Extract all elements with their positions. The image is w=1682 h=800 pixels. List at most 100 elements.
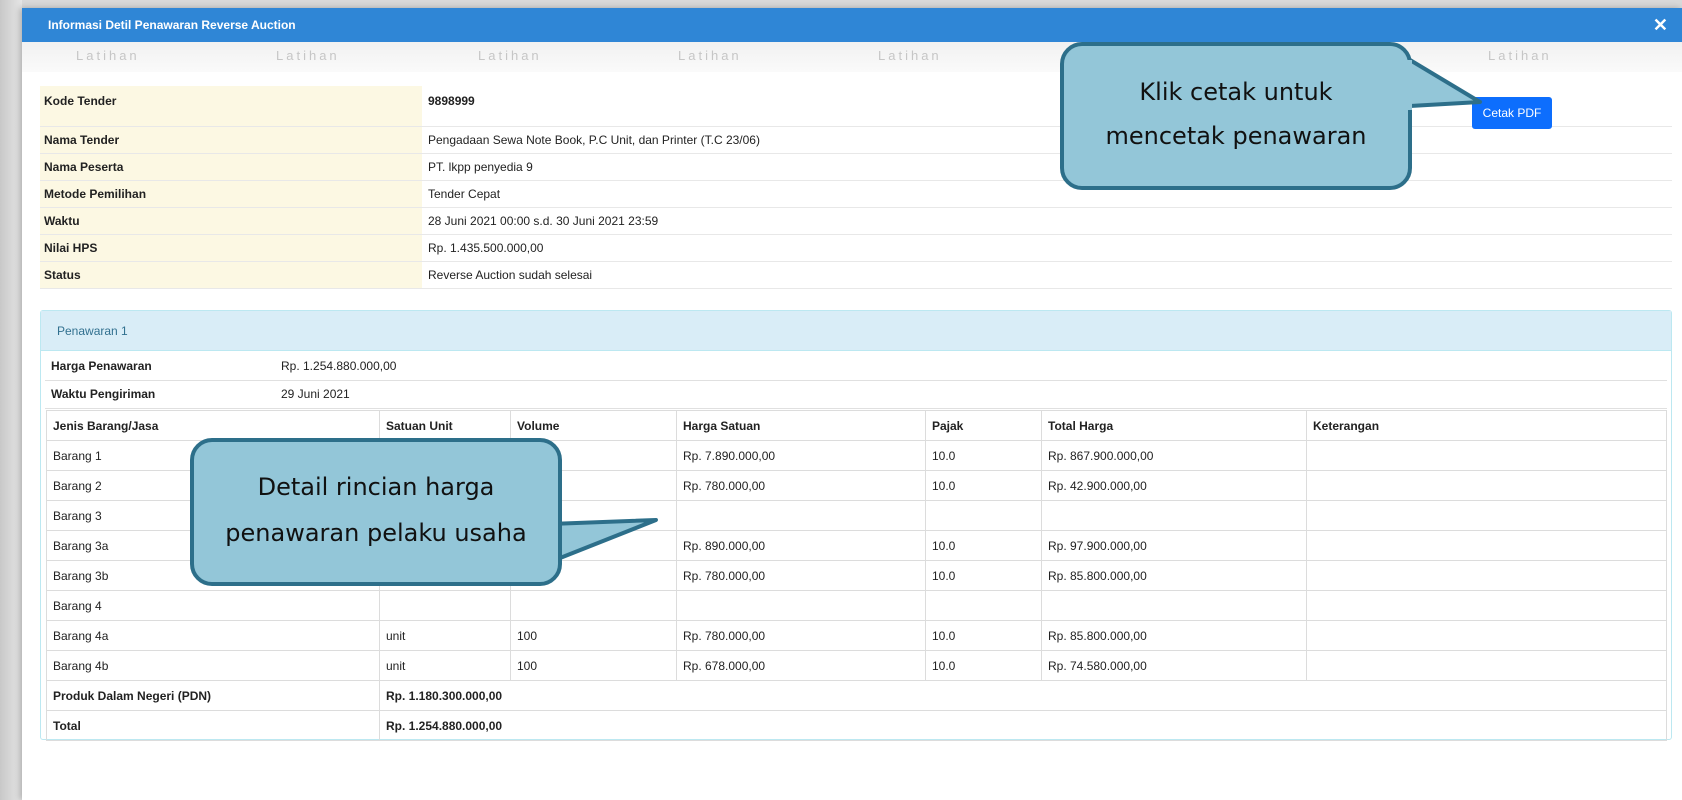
background-page-edge [0,0,22,800]
callout-text: Detail rincian harga [257,473,495,501]
info-row: Nama Tender Pengadaan Sewa Note Book, P.C… [40,126,1672,154]
table-cell: Rp. 867.900.000,00 [1041,440,1307,471]
table-cell: Rp. 780.000,00 [676,620,926,651]
panel-heading: Penawaran 1 [41,311,1671,351]
info-row: Metode Pemilihan Tender Cepat [40,180,1672,208]
pdn-row: Produk Dalam Negeri (PDN) Rp. 1.180.300.… [46,680,1667,711]
table-cell [1306,620,1667,651]
table-row: Barang 4a unit 100 Rp. 780.000,00 10.0 Rp. 85… [46,620,1667,651]
table-row: Barang 4 [46,590,1667,621]
info-row: Nama Peserta PT. lkpp penyedia 9 [40,153,1672,181]
table-cell: Rp. 74.580.000,00 [1041,650,1307,681]
table-header-row: Jenis Barang/Jasa Satuan Unit Volume Har… [46,410,1667,441]
watermark: Latihan [678,48,742,63]
table-cell: Barang 4a [46,620,380,651]
table-row: Barang 4b unit 100 Rp. 678.000,00 10.0 Rp. 74… [46,650,1667,681]
table-cell: Rp. 678.000,00 [676,650,926,681]
waktu-pengiriman-value: 29 Juni 2021 [275,380,1667,409]
table-cell [1306,500,1667,531]
table-cell: Barang 4 [46,590,380,621]
table-cell: Rp. 85.800.000,00 [1041,620,1307,651]
callout-text: Klik cetak untuk [1139,78,1333,106]
detail-modal: Informasi Detil Penawaran Reverse Auctio… [22,8,1682,800]
watermark: Latihan [1488,48,1552,63]
table-cell: 10.0 [925,650,1042,681]
table-cell: 10.0 [925,560,1042,591]
modal-body: Kode Tender 9898999 Nama Tender Pengadaan … [30,72,1682,800]
callout-text: mencetak penawaran [1105,122,1367,150]
table-cell: Rp. 42.900.000,00 [1041,470,1307,501]
table-cell [1306,440,1667,471]
table-cell: 10.0 [925,620,1042,651]
column-header: Harga Satuan [676,410,926,441]
table-cell: Rp. 7.890.000,00 [676,440,926,471]
table-cell [925,500,1042,531]
column-header: Jenis Barang/Jasa [46,410,380,441]
info-value: 28 Juni 2021 00:00 s.d. 30 Juni 2021 23:… [422,207,1672,235]
table-cell: Rp. 97.900.000,00 [1041,530,1307,561]
table-cell: 100 [510,650,677,681]
table-cell [1306,650,1667,681]
modal-header: Informasi Detil Penawaran Reverse Auctio… [22,8,1682,42]
column-header: Satuan Unit [379,410,511,441]
table-cell [925,590,1042,621]
column-header: Keterangan [1306,410,1667,441]
watermark: Latihan [276,48,340,63]
table-cell [1041,500,1307,531]
info-value: PT. lkpp penyedia 9 [422,153,1672,181]
table-cell: Rp. 780.000,00 [676,560,926,591]
info-row: Waktu 28 Juni 2021 00:00 s.d. 30 Juni 202… [40,207,1672,235]
info-value: Rp. 1.435.500.000,00 [422,234,1672,262]
table-cell [510,590,677,621]
table-cell: Rp. 890.000,00 [676,530,926,561]
close-icon[interactable]: ✕ [1653,16,1668,34]
table-cell: unit [379,620,511,651]
watermark: Latihan [76,48,140,63]
modal-title: Informasi Detil Penawaran Reverse Auctio… [48,18,296,32]
info-value: Reverse Auction sudah selesai [422,261,1672,289]
column-header: Total Harga [1041,410,1307,441]
table-cell [1306,560,1667,591]
info-label: Waktu [40,207,422,235]
info-value: Pengadaan Sewa Note Book, P.C Unit, dan … [422,126,1672,154]
info-row: Nilai HPS Rp. 1.435.500.000,00 [40,234,1672,262]
table-cell: 10.0 [925,470,1042,501]
total-row: Total Rp. 1.254.880.000,00 [46,710,1667,741]
penawaran-summary: Harga Penawaran Rp. 1.254.880.000,00 Wak… [45,352,1667,409]
info-label: Kode Tender [40,86,422,127]
callout-detail: Detail rincian harga penawaran pelaku us… [190,438,562,586]
table-cell [1306,590,1667,621]
table-cell: unit [379,650,511,681]
info-label: Status [40,261,422,289]
info-row: Status Reverse Auction sudah selesai [40,261,1672,289]
column-header: Volume [510,410,677,441]
column-header: Pajak [925,410,1042,441]
table-cell: 100 [510,620,677,651]
info-label: Nama Tender [40,126,422,154]
waktu-pengiriman-label: Waktu Pengiriman [45,380,275,409]
watermark: Latihan [878,48,942,63]
info-label: Metode Pemilihan [40,180,422,208]
callout-pointer-cover [540,526,558,556]
table-cell [676,500,926,531]
table-cell: Rp. 780.000,00 [676,470,926,501]
table-cell [379,590,511,621]
total-label: Total [46,710,380,741]
table-cell [1306,530,1667,561]
harga-penawaran-label: Harga Penawaran [45,352,275,381]
info-label: Nama Peserta [40,153,422,181]
table-cell: Barang 4b [46,650,380,681]
callout-cetak: Klik cetak untuk mencetak penawaran [1060,42,1412,190]
pdn-value: Rp. 1.180.300.000,00 [379,680,1667,711]
table-cell [1041,590,1307,621]
table-cell: 10.0 [925,440,1042,471]
total-value: Rp. 1.254.880.000,00 [379,710,1667,741]
table-cell: 10.0 [925,530,1042,561]
table-cell: Rp. 85.800.000,00 [1041,560,1307,591]
watermark: Latihan [478,48,542,63]
summary-row: Waktu Pengiriman 29 Juni 2021 [45,380,1667,409]
pdn-label: Produk Dalam Negeri (PDN) [46,680,380,711]
callout-pointer-cover [1384,60,1412,110]
info-value: Tender Cepat [422,180,1672,208]
summary-row: Harga Penawaran Rp. 1.254.880.000,00 [45,352,1667,381]
